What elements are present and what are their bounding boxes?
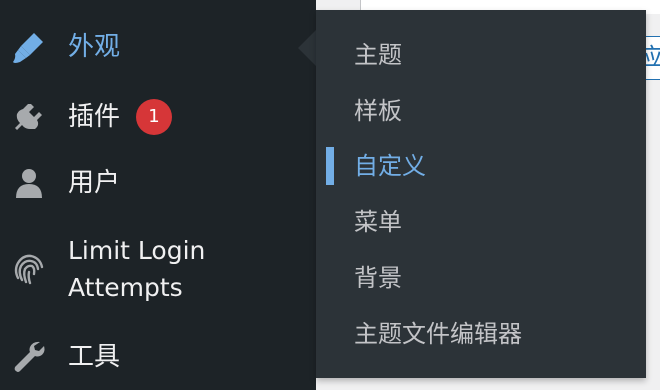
- sidebar-item-tools[interactable]: 工具: [0, 334, 316, 380]
- sidebar-item-plugins[interactable]: 插件 1: [0, 94, 316, 140]
- sidebar-item-label-line1: Limit Login: [68, 236, 206, 265]
- update-count-badge: 1: [136, 99, 172, 135]
- fingerprint-icon: [10, 250, 48, 288]
- admin-screen: 应用 外观 插件 1: [0, 0, 660, 390]
- submenu-item-label: 背景: [354, 264, 402, 292]
- submenu-item-themes[interactable]: 主题: [316, 30, 646, 80]
- submenu-item-label: 样板: [354, 97, 402, 125]
- plugin-icon: [10, 98, 48, 136]
- submenu-item-menus[interactable]: 菜单: [316, 197, 646, 247]
- sidebar-item-appearance[interactable]: 外观: [0, 24, 316, 70]
- sidebar-item-label: 外观: [68, 32, 121, 62]
- submenu-item-label: 自定义: [354, 152, 426, 180]
- submenu-item-patterns[interactable]: 样板: [316, 86, 646, 136]
- sidebar-item-label: 工具: [68, 342, 121, 372]
- sidebar-item-users[interactable]: 用户: [0, 160, 316, 206]
- submenu-item-label: 菜单: [354, 208, 402, 236]
- submenu-item-theme-file-editor[interactable]: 主题文件编辑器: [316, 309, 646, 359]
- submenu-item-label: 主题: [354, 41, 402, 69]
- sidebar-item-limit-login-attempts[interactable]: Limit Login Attempts: [0, 232, 316, 310]
- user-icon: [10, 164, 48, 202]
- admin-sidebar: 外观 插件 1 用户 Limit Login Attempts 工具: [0, 0, 316, 390]
- appearance-submenu: 主题 样板 自定义 菜单 背景 主题文件编辑器: [316, 10, 646, 378]
- submenu-item-label: 主题文件编辑器: [354, 320, 522, 348]
- sidebar-item-label: 插件: [68, 102, 121, 132]
- submenu-item-customize[interactable]: 自定义: [316, 141, 646, 191]
- paintbrush-icon: [10, 28, 48, 66]
- wrench-icon: [10, 338, 48, 376]
- active-indicator: [326, 147, 334, 185]
- submenu-pointer: [298, 30, 316, 66]
- sidebar-item-label-line2: Attempts: [68, 273, 183, 302]
- sidebar-item-label: 用户: [68, 168, 121, 198]
- submenu-item-background[interactable]: 背景: [316, 253, 646, 303]
